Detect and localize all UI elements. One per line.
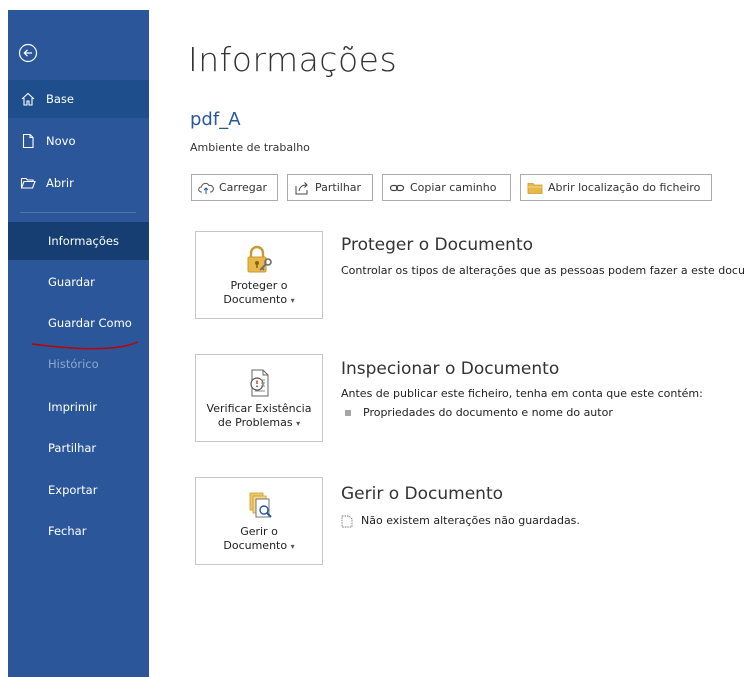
bullet-icon xyxy=(345,410,351,416)
sidebar-item-label: Abrir xyxy=(46,176,74,190)
upload-button[interactable]: Carregar xyxy=(191,174,278,201)
manage-document-button[interactable]: Gerir o Documento ▾ xyxy=(195,477,323,565)
sidebar-item-novo[interactable]: Novo xyxy=(8,122,149,160)
window-left-edge xyxy=(0,0,8,677)
manage-section-status: Não existem alterações não guardadas. xyxy=(341,514,580,528)
document-location: Ambiente de trabalho xyxy=(190,141,310,154)
sidebar-item-base[interactable]: Base xyxy=(8,80,149,118)
folder-icon xyxy=(527,180,543,196)
check-for-issues-button[interactable]: Verificar Existência de Problemas ▾ xyxy=(195,354,323,442)
open-file-location-button[interactable]: Abrir localização do ficheiro xyxy=(520,174,712,201)
home-icon xyxy=(20,91,36,107)
inspect-section-description: Antes de publicar este ficheiro, tenha e… xyxy=(341,387,703,400)
sidebar-item-imprimir[interactable]: Imprimir xyxy=(8,388,149,426)
manage-section-title: Gerir o Documento xyxy=(341,484,504,504)
sidebar-item-fechar[interactable]: Fechar xyxy=(8,512,149,550)
document-status-icon xyxy=(341,515,353,527)
upload-button-label: Carregar xyxy=(219,181,268,194)
sidebar-item-partilhar[interactable]: Partilhar xyxy=(8,429,149,467)
open-location-label: Abrir localização do ficheiro xyxy=(548,181,701,194)
sidebar-item-label: Imprimir xyxy=(48,400,97,414)
back-arrow-icon xyxy=(18,43,38,63)
sidebar-item-label: Partilhar xyxy=(48,441,97,455)
page-title: Informações xyxy=(188,40,398,79)
sidebar-item-guardar[interactable]: Guardar xyxy=(8,263,149,301)
lock-key-icon xyxy=(247,245,272,272)
sidebar-item-label: Guardar xyxy=(48,275,95,289)
protect-section-description: Controlar os tipos de alterações que as … xyxy=(341,264,744,277)
sidebar-item-label: Informações xyxy=(48,234,119,248)
inspect-document-icon xyxy=(250,369,269,396)
sidebar-item-exportar[interactable]: Exportar xyxy=(8,471,149,509)
manage-button-line1: Gerir o xyxy=(240,524,278,538)
protect-section-title: Proteger o Documento xyxy=(341,235,534,255)
manage-status-text: Não existem alterações não guardadas. xyxy=(361,514,580,527)
inspect-bullet-item: Propriedades do documento e nome do auto… xyxy=(341,406,613,419)
protect-document-button[interactable]: Proteger o Documento ▾ xyxy=(195,231,323,319)
sidebar-item-label: Histórico xyxy=(48,357,99,371)
dropdown-caret-icon: ▾ xyxy=(290,295,295,305)
dropdown-caret-icon: ▾ xyxy=(290,541,295,551)
protect-button-line1: Proteger o xyxy=(230,278,288,292)
share-icon xyxy=(294,180,310,196)
sidebar-item-label: Fechar xyxy=(48,524,87,538)
inspect-section-title: Inspecionar o Documento xyxy=(341,359,560,379)
red-underline-annotation xyxy=(31,341,139,350)
copy-path-button[interactable]: Copiar caminho xyxy=(382,174,511,201)
sidebar-item-guardar-como[interactable]: Guardar Como xyxy=(8,304,149,342)
sidebar-item-abrir[interactable]: Abrir xyxy=(8,164,149,202)
sidebar-item-informacoes[interactable]: Informações xyxy=(8,222,149,260)
manage-button-line2: Documento xyxy=(223,538,288,552)
document-name: pdf_A xyxy=(190,109,241,130)
window-top-edge xyxy=(0,0,744,10)
inspect-bullet-text: Propriedades do documento e nome do auto… xyxy=(363,406,613,419)
share-button-label: Partilhar xyxy=(315,181,362,194)
sidebar-item-label: Guardar Como xyxy=(48,316,132,330)
info-panel: Informações pdf_A Ambiente de trabalho C… xyxy=(149,10,744,677)
dropdown-caret-icon: ▾ xyxy=(296,418,301,428)
protect-button-line2: Documento xyxy=(223,292,288,306)
upload-cloud-icon xyxy=(198,180,214,196)
manage-documents-icon xyxy=(249,492,272,518)
check-button-line2: de Problemas xyxy=(217,415,293,429)
sidebar-item-label: Base xyxy=(46,92,75,106)
new-document-icon xyxy=(20,133,36,149)
open-folder-icon xyxy=(20,175,36,191)
sidebar-divider xyxy=(20,212,136,213)
back-button[interactable] xyxy=(18,43,38,63)
sidebar-item-label: Exportar xyxy=(48,483,98,497)
copy-path-label: Copiar caminho xyxy=(410,181,497,194)
share-button[interactable]: Partilhar xyxy=(287,174,373,201)
link-icon xyxy=(389,180,405,196)
check-button-line1: Verificar Existência xyxy=(206,401,312,415)
sidebar-item-label: Novo xyxy=(46,134,76,148)
